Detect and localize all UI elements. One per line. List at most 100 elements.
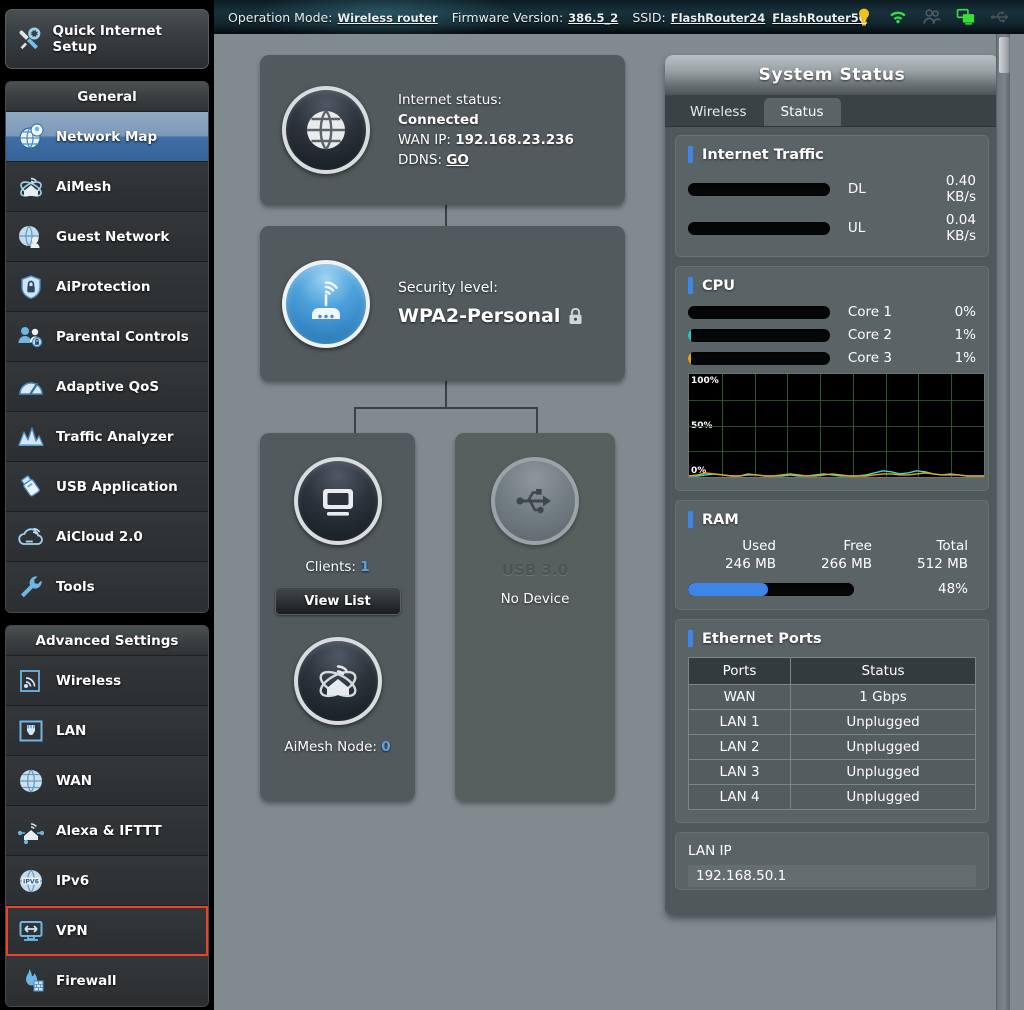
tab-wireless[interactable]: Wireless: [673, 98, 764, 126]
port-status-cell: Unplugged: [791, 710, 976, 735]
clients-icon-circle[interactable]: [294, 457, 382, 545]
menu-group-advanced-settings: Advanced Settings Wireless LAN: [5, 625, 209, 1007]
usb-icon[interactable]: [990, 7, 1010, 27]
traffic-name-dl: DL: [848, 181, 915, 197]
cpu-meter-core1: [688, 306, 830, 319]
sidebar-label-aicloud: AiCloud 2.0: [56, 529, 143, 545]
guest-network-icon[interactable]: [922, 7, 942, 27]
ram-value-used: 246 MB: [688, 556, 784, 572]
sidebar-label-ipv6: IPv6: [56, 873, 89, 889]
sidebar-item-guest-network[interactable]: Guest Network: [6, 212, 208, 262]
sidebar-item-usb-application[interactable]: USB Application: [6, 462, 208, 512]
usb-icon: [513, 479, 557, 523]
system-status-title: System Status: [665, 55, 999, 95]
ram-header-free: Free: [784, 538, 880, 554]
router-icon-circle[interactable]: [282, 260, 370, 348]
table-row: LAN 3Unplugged: [689, 760, 976, 785]
internet-icon-circle[interactable]: [282, 86, 370, 174]
internet-status-info: Internet status: Connected WAN IP: 192.1…: [398, 90, 574, 170]
cpu-row-core3: Core 3 1%: [688, 350, 976, 366]
internet-status-card[interactable]: Internet status: Connected WAN IP: 192.1…: [260, 55, 625, 205]
ethernet-ports-card: Ethernet Ports Ports Status WAN1 GbpsLAN…: [675, 619, 989, 823]
aimesh-icon: [17, 173, 45, 201]
router-security-card[interactable]: Security level: WPA2-Personal: [260, 226, 625, 381]
ram-title: RAM: [688, 511, 976, 528]
sidebar-label-vpn: VPN: [56, 923, 88, 939]
top-status-bar: Operation Mode: Wireless router Firmware…: [214, 0, 1024, 34]
wan-ip-row: WAN IP: 192.168.23.236: [398, 130, 574, 150]
quick-internet-setup-button[interactable]: Quick Internet Setup: [5, 9, 209, 69]
clients-label: Clients:: [305, 559, 356, 575]
sidebar-item-aimesh[interactable]: AiMesh: [6, 162, 208, 212]
table-header-row: Ports Status: [689, 658, 976, 685]
notification-icon[interactable]: [854, 7, 874, 27]
sidebar-item-network-map[interactable]: Network Map: [6, 112, 208, 162]
ram-percent: 48%: [938, 581, 976, 597]
operation-mode-value[interactable]: Wireless router: [337, 11, 437, 25]
aimesh-node-label: AiMesh Node:: [284, 739, 377, 755]
sidebar-item-firewall[interactable]: Firewall: [6, 956, 208, 1006]
sidebar-item-adaptive-qos[interactable]: Adaptive QoS: [6, 362, 208, 412]
port-status-cell: 1 Gbps: [791, 685, 976, 710]
security-level-label: Security level:: [398, 280, 583, 296]
firmware-value[interactable]: 386.5_2: [568, 11, 618, 25]
traffic-name-ul: UL: [848, 220, 915, 236]
sidebar-label-traffic-analyzer: Traffic Analyzer: [56, 429, 174, 445]
vertical-scrollbar[interactable]: [996, 34, 1010, 1010]
sidebar-item-aicloud[interactable]: AiCloud 2.0: [6, 512, 208, 562]
port-name-cell: LAN 4: [689, 785, 791, 810]
clients-card[interactable]: Clients: 1 View List: [260, 433, 415, 801]
scrollbar-thumb[interactable]: [998, 36, 1010, 74]
clients-icon[interactable]: [956, 7, 976, 27]
ddns-go-link[interactable]: GO: [446, 152, 469, 168]
sidebar-item-vpn[interactable]: VPN: [6, 906, 208, 956]
traffic-analyzer-icon: [17, 423, 45, 451]
ddns-label: DDNS:: [398, 152, 442, 168]
traffic-row-dl: DL 0.40 KB/s: [688, 173, 976, 205]
ram-bar-row: 48%: [688, 581, 976, 597]
lock-icon: [568, 308, 583, 325]
usb-title: USB 3.0: [502, 561, 568, 579]
sidebar-item-lan[interactable]: LAN: [6, 706, 208, 756]
usb-icon-circle[interactable]: [491, 457, 579, 545]
group-title-advanced: Advanced Settings: [6, 626, 208, 656]
clients-count-row: Clients: 1: [305, 559, 369, 575]
group-title-general: General: [6, 82, 208, 112]
router-admin-page: Operation Mode: Wireless router Firmware…: [0, 0, 1024, 1010]
sidebar-label-tools: Tools: [56, 579, 95, 595]
system-status-body: Internet Traffic DL 0.40 KB/s UL 0.04 KB…: [665, 127, 999, 915]
connector-line: [445, 205, 447, 226]
wifi-icon[interactable]: [888, 7, 908, 27]
system-status-panel: System Status Wireless Status Internet T…: [665, 55, 999, 915]
ram-value-total: 512 MB: [880, 556, 976, 572]
sidebar-item-alexa-ifttt[interactable]: Alexa & IFTTT: [6, 806, 208, 856]
sidebar-item-wireless[interactable]: Wireless: [6, 656, 208, 706]
sidebar-item-ipv6[interactable]: IPV6 IPv6: [6, 856, 208, 906]
sidebar-item-parental-controls[interactable]: Parental Controls: [6, 312, 208, 362]
connector-line: [445, 381, 447, 407]
table-row: LAN 4Unplugged: [689, 785, 976, 810]
view-list-button[interactable]: View List: [275, 587, 401, 615]
sidebar-label-wan: WAN: [56, 773, 92, 789]
sidebar-item-tools[interactable]: Tools: [6, 562, 208, 612]
internet-traffic-title: Internet Traffic: [688, 146, 976, 163]
ssid-24ghz[interactable]: FlashRouter24: [671, 11, 766, 25]
content-inner: Internet status: Connected WAN IP: 192.1…: [214, 34, 1010, 1010]
sidebar-label-usb-application: USB Application: [56, 479, 178, 495]
port-name-cell: LAN 2: [689, 735, 791, 760]
ssid-5ghz[interactable]: FlashRouter50: [772, 11, 867, 25]
system-status-tabs: Wireless Status: [665, 95, 999, 127]
aimesh-node-row: AiMesh Node: 0: [284, 739, 390, 755]
quick-setup-label: Quick Internet Setup: [52, 23, 198, 55]
usb-card[interactable]: USB 3.0 No Device: [455, 433, 615, 801]
vpn-icon: [17, 917, 45, 945]
cpu-name-core1: Core 1: [848, 304, 915, 320]
sidebar-item-wan[interactable]: WAN: [6, 756, 208, 806]
tab-status[interactable]: Status: [764, 98, 841, 126]
sidebar-item-traffic-analyzer[interactable]: Traffic Analyzer: [6, 412, 208, 462]
table-row: WAN1 Gbps: [689, 685, 976, 710]
ethernet-ports-table: Ports Status WAN1 GbpsLAN 1UnpluggedLAN …: [688, 657, 976, 810]
aimesh-node-icon-circle[interactable]: [294, 637, 382, 725]
sidebar-item-aiprotection[interactable]: AiProtection: [6, 262, 208, 312]
sidebar-label-aimesh: AiMesh: [56, 179, 111, 195]
